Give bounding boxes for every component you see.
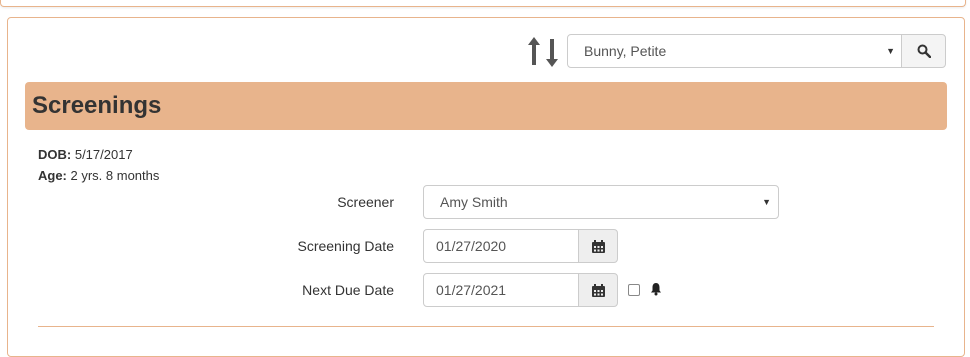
screener-select-value: Amy Smith — [440, 194, 508, 210]
age-label: Age: — [38, 168, 67, 183]
chevron-down-icon: ▼ — [886, 46, 895, 56]
screening-date-input[interactable]: 01/27/2020 — [423, 229, 579, 263]
age-value: 2 yrs. 8 months — [70, 168, 160, 183]
age-line: Age: 2 yrs. 8 months — [38, 168, 159, 183]
calendar-icon — [591, 239, 605, 253]
search-icon — [917, 44, 931, 58]
section-divider — [38, 326, 934, 327]
calendar-icon — [591, 283, 605, 297]
next-due-date-input[interactable]: 01/27/2021 — [423, 273, 579, 307]
sort-up-down-icon[interactable] — [526, 37, 560, 67]
reminder-checkbox[interactable] — [628, 284, 640, 296]
patient-select[interactable]: Bunny, Petite ▼ — [567, 34, 903, 68]
previous-panel — [0, 0, 966, 7]
screening-date-label: Screening Date — [297, 238, 394, 254]
page-title-bar: Screenings — [25, 82, 947, 130]
screener-label: Screener — [337, 194, 394, 210]
dob-line: DOB: 5/17/2017 — [38, 147, 133, 162]
search-button[interactable] — [901, 34, 946, 68]
dob-label: DOB: — [38, 147, 72, 162]
screener-select[interactable]: Amy Smith ▼ — [423, 185, 779, 219]
page-title: Screenings — [32, 92, 162, 119]
next-due-date-label: Next Due Date — [302, 282, 394, 298]
bell-icon — [651, 283, 661, 296]
next-due-date-calendar-button[interactable] — [578, 273, 618, 307]
chevron-down-icon: ▼ — [762, 197, 771, 207]
patient-select-value: Bunny, Petite — [584, 43, 667, 59]
screening-date-calendar-button[interactable] — [578, 229, 618, 263]
dob-value: 5/17/2017 — [74, 147, 133, 162]
